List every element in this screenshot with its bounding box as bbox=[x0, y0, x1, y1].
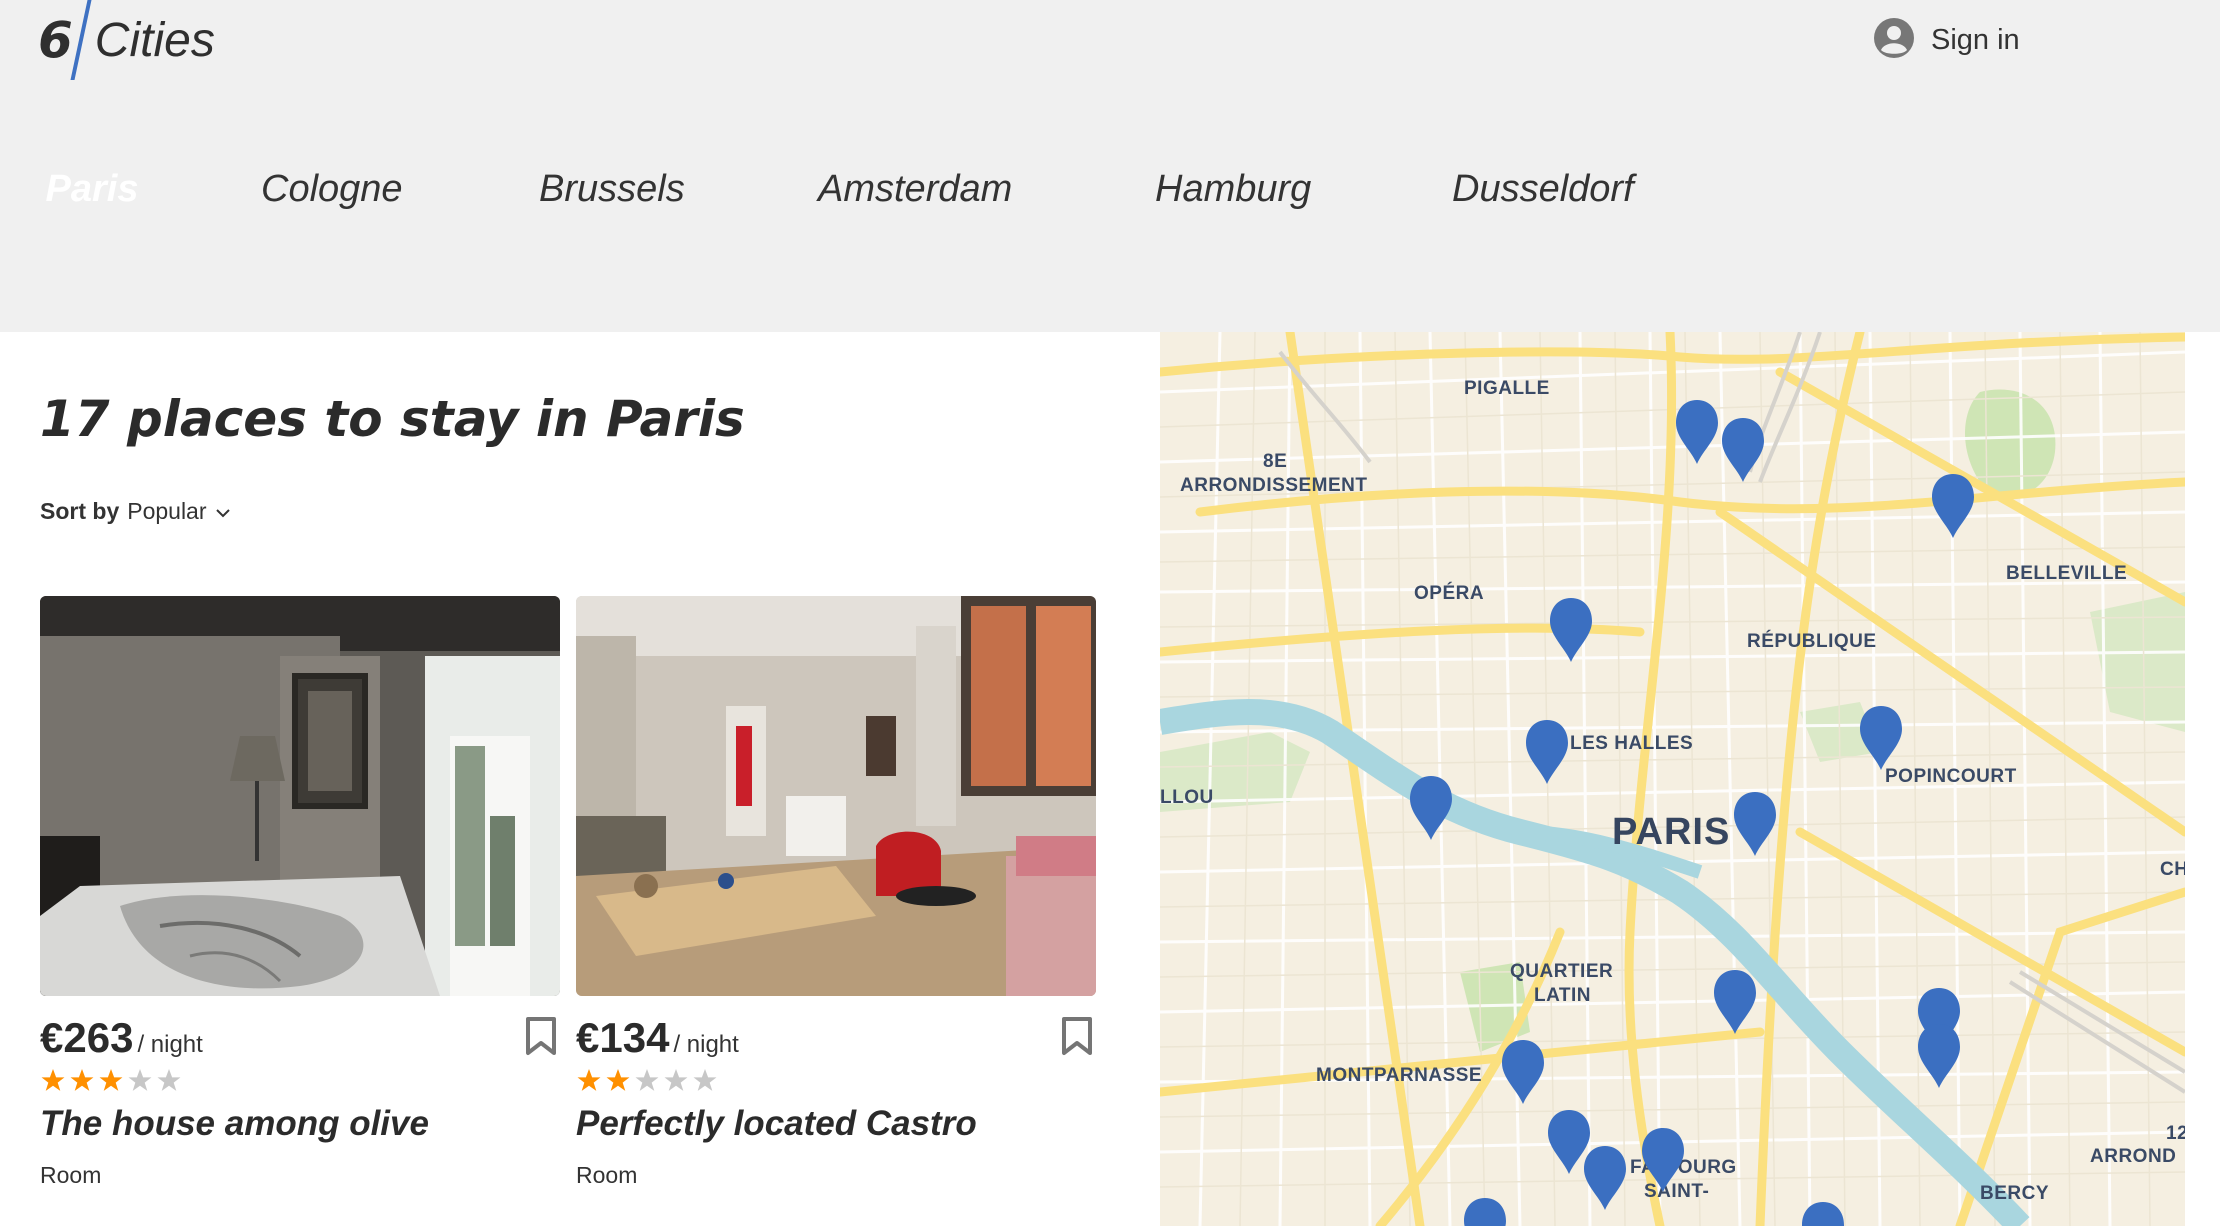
map-label-cha: CHA bbox=[2160, 859, 2185, 880]
rating-stars bbox=[576, 1068, 718, 1093]
map-marker-icon[interactable] bbox=[1800, 1200, 1846, 1226]
map-label-llou: LLOU bbox=[1160, 787, 1214, 808]
chevron-down-icon[interactable] bbox=[215, 498, 231, 525]
star-empty-icon bbox=[128, 1069, 152, 1091]
star-empty-icon bbox=[664, 1069, 688, 1091]
map-label-arrond: ARROND bbox=[2090, 1146, 2177, 1167]
bookmark-icon[interactable] bbox=[524, 1016, 558, 1056]
star-empty-icon bbox=[635, 1069, 659, 1091]
offer-image[interactable] bbox=[576, 596, 1096, 996]
tab-hamburg[interactable]: Hamburg bbox=[1155, 152, 1311, 226]
offer-name[interactable]: The house among olive bbox=[40, 1104, 429, 1144]
map-label-les-halles: LES HALLES bbox=[1570, 733, 1694, 754]
star-empty-icon bbox=[157, 1069, 181, 1091]
map-marker-icon[interactable] bbox=[1582, 1144, 1628, 1210]
map-label-12: 12 bbox=[2166, 1123, 2185, 1144]
map-marker-icon[interactable] bbox=[1858, 704, 1904, 770]
map-marker-icon[interactable] bbox=[1732, 790, 1778, 856]
offer-price-unit: / night bbox=[137, 1031, 203, 1058]
map-marker-icon[interactable] bbox=[1674, 398, 1720, 464]
map-marker-icon[interactable] bbox=[1462, 1196, 1508, 1226]
offer-card[interactable]: €134 / night Perfectly located Castro Ro… bbox=[576, 596, 1096, 1188]
star-icon bbox=[70, 1069, 94, 1091]
map-label-bercy: BERCY bbox=[1980, 1183, 2050, 1204]
logo[interactable]: 6 Cities bbox=[38, 0, 215, 80]
city-map[interactable]: PIGALLE 8E ARRONDISSEMENT OPÉRA BELLEVIL… bbox=[1160, 332, 2185, 1226]
tab-brussels[interactable]: Brussels bbox=[539, 152, 685, 226]
offer-name[interactable]: Perfectly located Castro bbox=[576, 1104, 977, 1144]
star-empty-icon bbox=[693, 1069, 717, 1091]
map-label-popincourt: POPINCOURT bbox=[1885, 766, 2017, 787]
map-label-belleville: BELLEVILLE bbox=[2006, 563, 2128, 584]
map-label-paris: PARIS bbox=[1612, 811, 1731, 853]
offer-card[interactable]: €263 / night The house among olive Room bbox=[40, 596, 560, 1188]
rating-stars bbox=[40, 1068, 182, 1093]
map-label-quartier: QUARTIER bbox=[1510, 961, 1614, 982]
map-marker-icon[interactable] bbox=[1500, 1038, 1546, 1104]
map-tiles[interactable] bbox=[1160, 332, 2185, 1226]
logo-number: 6 bbox=[38, 11, 73, 69]
sign-in-link[interactable]: Sign in bbox=[1873, 18, 2020, 62]
map-marker-icon[interactable] bbox=[1408, 774, 1454, 840]
star-icon bbox=[577, 1069, 601, 1091]
logo-word: Cities bbox=[94, 13, 215, 67]
map-marker-icon[interactable] bbox=[1930, 472, 1976, 538]
offer-type: Room bbox=[40, 1162, 102, 1188]
star-icon bbox=[606, 1069, 630, 1091]
map-label-arrondissement: ARRONDISSEMENT bbox=[1180, 475, 1368, 496]
user-avatar-icon bbox=[1873, 17, 1915, 63]
offer-price: €263 bbox=[40, 1014, 134, 1061]
places-count-title: 17 places to stay in Paris bbox=[40, 390, 745, 448]
offer-price-row: €263 / night bbox=[40, 1014, 203, 1062]
map-marker-icon[interactable] bbox=[1548, 596, 1594, 662]
star-icon bbox=[99, 1069, 123, 1091]
tab-cologne[interactable]: Cologne bbox=[261, 152, 403, 226]
map-marker-icon[interactable] bbox=[1524, 718, 1570, 784]
map-label-montparnasse: MONTPARNASSE bbox=[1316, 1065, 1483, 1086]
offer-image[interactable] bbox=[40, 596, 560, 996]
map-label-pigalle: PIGALLE bbox=[1464, 378, 1550, 399]
map-label-opera: OPÉRA bbox=[1414, 583, 1485, 604]
offer-price-row: €134 / night bbox=[576, 1014, 739, 1062]
offer-price: €134 bbox=[576, 1014, 670, 1061]
page-header: 6 Cities Sign in Paris Cologne Brussels … bbox=[0, 0, 2220, 332]
star-icon bbox=[41, 1069, 65, 1091]
tab-amsterdam[interactable]: Amsterdam bbox=[818, 152, 1012, 226]
sort-select[interactable]: Popular bbox=[127, 498, 206, 525]
map-label-republique: RÉPUBLIQUE bbox=[1747, 631, 1877, 652]
offer-type: Room bbox=[576, 1162, 638, 1188]
map-marker-icon[interactable] bbox=[1916, 1022, 1962, 1088]
sort-control: Sort by Popular bbox=[40, 498, 231, 525]
map-marker-icon[interactable] bbox=[1720, 416, 1766, 482]
map-label-latin: LATIN bbox=[1534, 985, 1592, 1006]
tab-paris[interactable]: Paris bbox=[10, 152, 174, 226]
map-marker-icon[interactable] bbox=[1712, 968, 1758, 1034]
map-marker-icon[interactable] bbox=[1640, 1126, 1686, 1192]
offer-price-unit: / night bbox=[673, 1031, 739, 1058]
sign-in-label: Sign in bbox=[1931, 23, 2020, 56]
map-label-8e: 8E bbox=[1263, 451, 1288, 472]
bookmark-icon[interactable] bbox=[1060, 1016, 1094, 1056]
tab-dusseldorf[interactable]: Dusseldorf bbox=[1452, 152, 1634, 226]
sort-label: Sort by bbox=[40, 498, 120, 524]
logo-divider bbox=[70, 0, 92, 80]
